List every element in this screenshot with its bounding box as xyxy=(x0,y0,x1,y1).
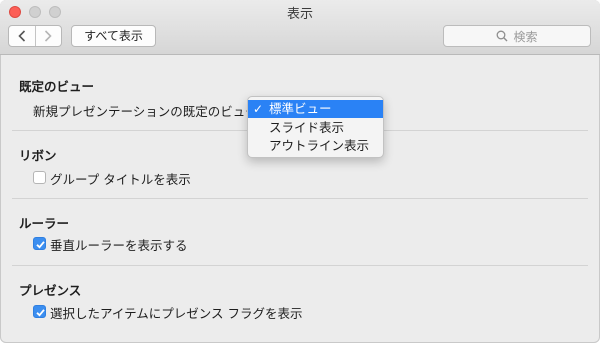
section-title-default-view: 既定のビュー xyxy=(19,79,95,94)
menu-item-slide-view[interactable]: スライド表示 xyxy=(248,119,383,137)
presence-flag-checkbox-label[interactable]: 選択したアイテムにプレゼンス フラグを表示 xyxy=(50,303,302,322)
section-title-ruler: ルーラー xyxy=(19,216,70,231)
chevron-left-icon xyxy=(18,30,25,42)
vertical-ruler-checkbox[interactable] xyxy=(33,237,46,250)
checkmark-icon xyxy=(36,241,45,249)
menu-item-label: スライド表示 xyxy=(269,120,345,135)
divider xyxy=(12,265,588,266)
group-title-checkbox-label[interactable]: グループ タイトルを表示 xyxy=(50,169,191,188)
preferences-window: 表示 すべて表示 検索 既定のビュー 新規プレゼンテーションの既定のビュー: リ… xyxy=(0,0,600,343)
show-all-button[interactable]: すべて表示 xyxy=(71,25,156,47)
menu-item-normal-view[interactable]: ✓ 標準ビュー xyxy=(248,100,383,118)
nav-button-group xyxy=(8,25,62,47)
menu-item-label: 標準ビュー xyxy=(269,101,332,116)
checkmark-icon xyxy=(36,309,45,317)
window-title: 表示 xyxy=(286,7,313,22)
search-icon xyxy=(497,30,508,42)
back-button[interactable] xyxy=(9,26,35,46)
menu-item-outline-view[interactable]: アウトライン表示 xyxy=(248,137,383,155)
title-bar: 表示 すべて表示 検索 xyxy=(0,0,600,55)
divider xyxy=(12,198,588,199)
presence-flag-checkbox[interactable] xyxy=(33,305,46,318)
search-placeholder: 検索 xyxy=(513,29,538,44)
vertical-ruler-checkbox-label[interactable]: 垂直ルーラーを表示する xyxy=(50,235,188,254)
section-title-presence: プレゼンス xyxy=(19,283,82,298)
default-view-label: 新規プレゼンテーションの既定のビュー: xyxy=(33,104,262,119)
check-icon: ✓ xyxy=(253,102,264,116)
menu-item-label: アウトライン表示 xyxy=(269,138,370,153)
forward-button[interactable] xyxy=(34,26,62,46)
search-field[interactable]: 検索 xyxy=(443,25,591,47)
group-title-checkbox[interactable] xyxy=(33,171,46,184)
chevron-right-icon xyxy=(45,30,52,42)
section-title-ribbon: リボン xyxy=(19,148,57,163)
default-view-popup-menu[interactable]: ✓ 標準ビュー スライド表示 アウトライン表示 xyxy=(247,96,384,158)
